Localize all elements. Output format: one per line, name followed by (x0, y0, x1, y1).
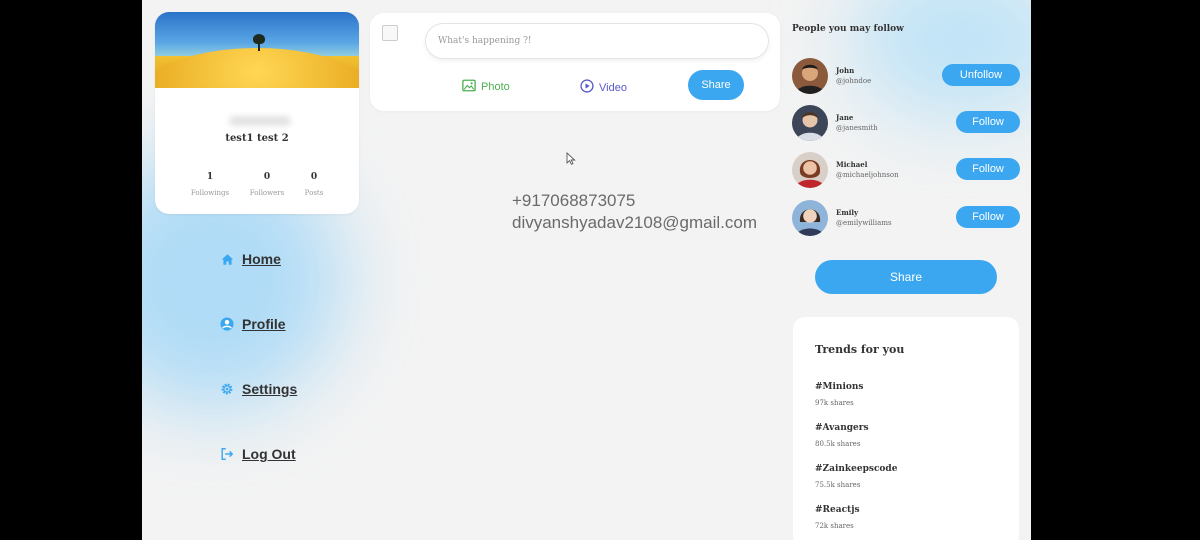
trend-tag: #Avangers (815, 423, 869, 433)
trend-tag: #Zainkeepscode (815, 464, 898, 474)
cover-image (155, 12, 359, 88)
avatar (792, 105, 828, 141)
trends-card: Trends for you #Minions 97k shares #Avan… (793, 317, 1019, 540)
follow-row: Jane @janesmith Follow (792, 105, 1020, 143)
nav-settings[interactable]: Settings (220, 381, 297, 397)
trend-item[interactable]: #Zainkeepscode 75.5k shares (815, 464, 897, 489)
nav-profile-label: Profile (242, 316, 286, 332)
trend-tag: #Reactjs (815, 505, 860, 515)
contact-email: divyanshyadav2108@gmail.com (512, 213, 757, 232)
nav-logout-label: Log Out (242, 446, 296, 462)
follow-row: Michael @michaeljohnson Follow (792, 152, 1020, 190)
nav-home-label: Home (242, 251, 281, 267)
follow-row: Emily @emilywilliams Follow (792, 200, 1020, 238)
avatar (792, 58, 828, 94)
post-share-button[interactable]: Share (688, 70, 744, 100)
follow-button[interactable]: Follow (956, 206, 1020, 228)
unfollow-button[interactable]: Unfollow (942, 64, 1020, 86)
follow-name: Michael (836, 160, 868, 169)
profile-card: test1 test 2 1 Followings 0 Followers 0 … (155, 12, 359, 214)
post-composer: Photo Video Share (370, 13, 780, 111)
contact-phone: +917068873075 (512, 191, 636, 210)
trend-shares: 72k shares (815, 522, 854, 530)
trend-item[interactable]: #Reactjs 72k shares (815, 505, 860, 530)
stat-posts: 0 Posts (304, 172, 324, 197)
image-icon (462, 79, 476, 95)
profile-avatar (229, 116, 291, 126)
user-icon (220, 317, 234, 331)
app-window: test1 test 2 1 Followings 0 Followers 0 … (142, 0, 1031, 540)
video-label: Video (599, 81, 627, 94)
follow-handle: @johndoe (836, 77, 872, 85)
follow-title: People you may follow (792, 24, 904, 34)
trends-title: Trends for you (815, 343, 905, 356)
follow-handle: @janesmith (836, 124, 878, 132)
nav-profile[interactable]: Profile (220, 316, 286, 332)
trend-shares: 75.5k shares (815, 481, 861, 489)
stat-followings: 1 Followings (190, 172, 230, 197)
home-icon (220, 252, 234, 266)
follow-handle: @emilywilliams (836, 219, 892, 227)
nav-logout[interactable]: Log Out (220, 446, 296, 462)
trend-tag: #Minions (815, 382, 864, 392)
follow-row: John @johndoe Unfollow (792, 58, 1020, 96)
follow-name: Emily (836, 208, 859, 217)
follow-name: John (836, 66, 855, 75)
follow-button[interactable]: Follow (956, 158, 1020, 180)
gear-icon (220, 382, 234, 396)
composer-avatar-broken-image (382, 25, 398, 41)
share-button[interactable]: Share (815, 260, 997, 294)
post-input[interactable] (426, 24, 768, 58)
nav-settings-label: Settings (242, 381, 298, 397)
photo-option[interactable]: Photo (462, 79, 510, 95)
play-icon (580, 79, 594, 96)
video-option[interactable]: Video (580, 79, 627, 96)
trend-shares: 97k shares (815, 399, 854, 407)
photo-label: Photo (481, 81, 510, 93)
follow-name: Jane (836, 113, 854, 122)
avatar (792, 152, 828, 188)
contact-info: +917068873075 divyanshyadav2108@gmail.co… (512, 190, 757, 234)
avatar (792, 200, 828, 236)
logout-icon (220, 447, 234, 461)
trend-shares: 80.5k shares (815, 440, 861, 448)
trend-item[interactable]: #Minions 97k shares (815, 382, 864, 407)
profile-name: test1 test 2 (225, 133, 289, 144)
follow-handle: @michaeljohnson (836, 171, 899, 179)
nav-home[interactable]: Home (220, 251, 281, 267)
trend-item[interactable]: #Avangers 80.5k shares (815, 423, 869, 448)
follow-button[interactable]: Follow (956, 111, 1020, 133)
cursor-icon (566, 151, 576, 170)
